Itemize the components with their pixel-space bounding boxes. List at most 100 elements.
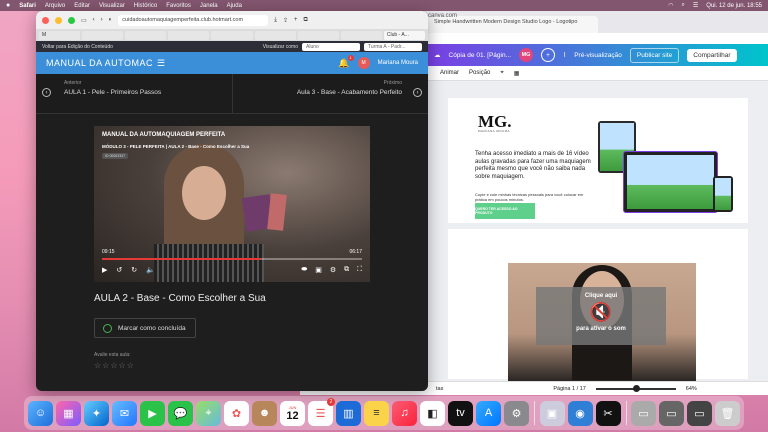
tv-icon[interactable]: tv	[448, 400, 473, 426]
chart-icon[interactable]: ⌇	[563, 51, 566, 59]
previous-lesson[interactable]: ‹ Anterior AULA 1 - Pele - Primeiros Pas…	[36, 74, 232, 113]
course-title[interactable]: MANUAL DA AUTOMAC	[46, 58, 153, 68]
previous-lesson-name[interactable]: AULA 1 - Pele - Primeiros Passos	[64, 89, 220, 96]
minimized-window-icon[interactable]: ▭	[687, 400, 712, 426]
page-indicator[interactable]: Página 1 / 17	[553, 386, 585, 392]
zoom-icon[interactable]	[68, 16, 75, 24]
calendar-icon[interactable]: JUN 12	[280, 400, 305, 426]
sidebar-icon[interactable]: ▭	[81, 17, 87, 24]
bell-icon[interactable]: 🔔 1	[338, 54, 354, 69]
control-center-icon[interactable]: ☰	[693, 2, 698, 9]
back-icon[interactable]: ‹	[93, 17, 95, 23]
devices-mockup[interactable]	[598, 116, 743, 221]
forward-icon[interactable]: ↻	[131, 266, 137, 274]
tab-6[interactable]	[254, 30, 296, 40]
tab-8[interactable]	[340, 30, 382, 40]
menu-help[interactable]: Ajuda	[227, 3, 242, 9]
zoom-knob[interactable]	[632, 384, 640, 392]
share-icon[interactable]: ⇪	[283, 17, 288, 24]
doc-title[interactable]: Cópia de 01. [Págin...	[449, 52, 512, 59]
maps-icon[interactable]: ⌖	[196, 400, 221, 426]
search-icon[interactable]: ⌕	[682, 2, 685, 9]
tab-3[interactable]	[125, 30, 167, 40]
paint-icon[interactable]: ⌖	[500, 70, 503, 77]
user-avatar[interactable]: M	[357, 57, 370, 69]
grid-icon[interactable]: ▦	[514, 70, 520, 77]
menu-window[interactable]: Janela	[200, 3, 218, 9]
system-settings-icon[interactable]: ⚙	[504, 400, 529, 426]
rating-stars[interactable]: ☆☆☆☆☆	[94, 361, 135, 370]
menu-view[interactable]: Visualizar	[99, 3, 125, 9]
close-icon[interactable]	[42, 16, 49, 24]
toggle-icon[interactable]: ⬬	[301, 266, 307, 274]
minimized-window-icon[interactable]: ▭	[659, 400, 684, 426]
facetime-icon[interactable]: ▶	[140, 400, 165, 426]
preview-app-icon[interactable]: ▣	[539, 400, 565, 426]
tab-5[interactable]	[211, 30, 253, 40]
sound-overlay[interactable]: Clique aqui 🔇 para ativar o som	[536, 287, 666, 345]
notes-icon[interactable]: ≡	[364, 400, 389, 426]
tab-4[interactable]	[168, 30, 210, 40]
tab-club[interactable]: Club - A...	[383, 30, 425, 40]
headline[interactable]: Tenha acesso imediato a mais de 16 vídeo…	[475, 151, 600, 181]
fullscreen-icon[interactable]: ⛶	[357, 266, 362, 274]
minimize-icon[interactable]	[55, 16, 62, 24]
launchpad-icon[interactable]: ▦	[56, 400, 81, 426]
music-icon[interactable]: ♫	[392, 400, 417, 426]
preview-button[interactable]: Pré-visualização	[574, 52, 622, 59]
view-as-select[interactable]: Aluno	[302, 42, 360, 51]
app-store-icon[interactable]: A	[476, 400, 501, 426]
cta-button[interactable]: QUERO TER ACESSO AO PRODUTO	[475, 203, 535, 219]
zoom-slider[interactable]	[595, 384, 676, 392]
menu-icon[interactable]: ☰	[157, 58, 165, 69]
subheadline[interactable]: Copie e cole minhas técnicas pessoais pa…	[475, 192, 585, 202]
chevron-left-icon[interactable]: ‹	[42, 88, 51, 97]
photos-icon[interactable]: ✿	[224, 400, 249, 426]
forward-icon[interactable]: ›	[101, 17, 103, 23]
back-to-edit-link[interactable]: Voltar para Edição do Conteúdo	[42, 44, 113, 50]
chevron-right-icon[interactable]: ›	[413, 88, 422, 97]
finder-icon[interactable]: ☺	[28, 400, 53, 426]
video-element[interactable]: Clique aqui 🔇 para ativar o som	[508, 263, 696, 381]
wifi-icon[interactable]: ◠	[668, 2, 673, 9]
tab-2[interactable]	[82, 30, 124, 40]
animate-button[interactable]: Animar	[440, 70, 459, 76]
apple-icon[interactable]: ●	[6, 2, 10, 9]
tab-7[interactable]	[297, 30, 339, 40]
menu-history[interactable]: Histórico	[134, 3, 157, 9]
zoom-level[interactable]: 64%	[686, 386, 697, 392]
canva-address[interactable]: canva.com	[428, 13, 457, 19]
new-tab-icon[interactable]: +	[294, 17, 298, 23]
design-page-1[interactable]: MG. MARIANA MOURA Tenha acesso imediato …	[448, 98, 748, 223]
play-icon[interactable]: ▶	[102, 266, 107, 274]
video-player[interactable]: MANUAL DA AUTOMAQUIAGEM PERFEITA MÓDULO …	[94, 126, 370, 282]
tab-overview-icon[interactable]: ⧉	[304, 17, 308, 24]
volume-icon[interactable]: 🔈	[146, 266, 155, 274]
position-button[interactable]: Posição	[469, 70, 490, 76]
trello-icon[interactable]: ▥	[336, 400, 361, 426]
menu-datetime[interactable]: Qui. 12 de jun. 18:55	[706, 3, 762, 9]
mark-complete-button[interactable]: Marcar como concluída	[94, 318, 196, 338]
rewind-icon[interactable]: ↺	[116, 266, 122, 274]
trash-icon[interactable]: 🗑	[715, 400, 740, 426]
reminders-icon[interactable]: ☰ 2	[308, 397, 335, 426]
mail-icon[interactable]: ✉	[112, 400, 137, 426]
address-bar[interactable]: cuidadoautomaquiagemperfeita.club.hotmar…	[118, 14, 269, 26]
pip-icon[interactable]: ⧉	[344, 266, 349, 274]
shield-icon[interactable]: ◐	[109, 17, 113, 23]
menu-file[interactable]: Arquivo	[45, 3, 65, 9]
download-icon[interactable]: ⤓	[274, 17, 277, 24]
notes-button[interactable]: tas	[436, 386, 443, 392]
add-collaborator-icon[interactable]: +	[541, 48, 556, 62]
minimized-window-icon[interactable]: ▭	[631, 400, 656, 426]
quicktime-icon[interactable]: ◉	[567, 400, 593, 426]
menu-app-name[interactable]: Safari	[19, 3, 36, 9]
contacts-icon[interactable]: ☻	[252, 400, 277, 426]
avatar[interactable]: MG	[519, 48, 534, 62]
menu-edit[interactable]: Editar	[74, 3, 90, 9]
capcut-icon[interactable]: ✂	[595, 400, 621, 426]
news-icon[interactable]: ◧	[420, 400, 445, 426]
next-lesson-name[interactable]: Aula 3 - Base - Acabamento Perfeito	[245, 89, 402, 96]
user-name[interactable]: Mariana Moura	[378, 60, 418, 66]
publish-button[interactable]: Publicar site	[629, 47, 680, 63]
